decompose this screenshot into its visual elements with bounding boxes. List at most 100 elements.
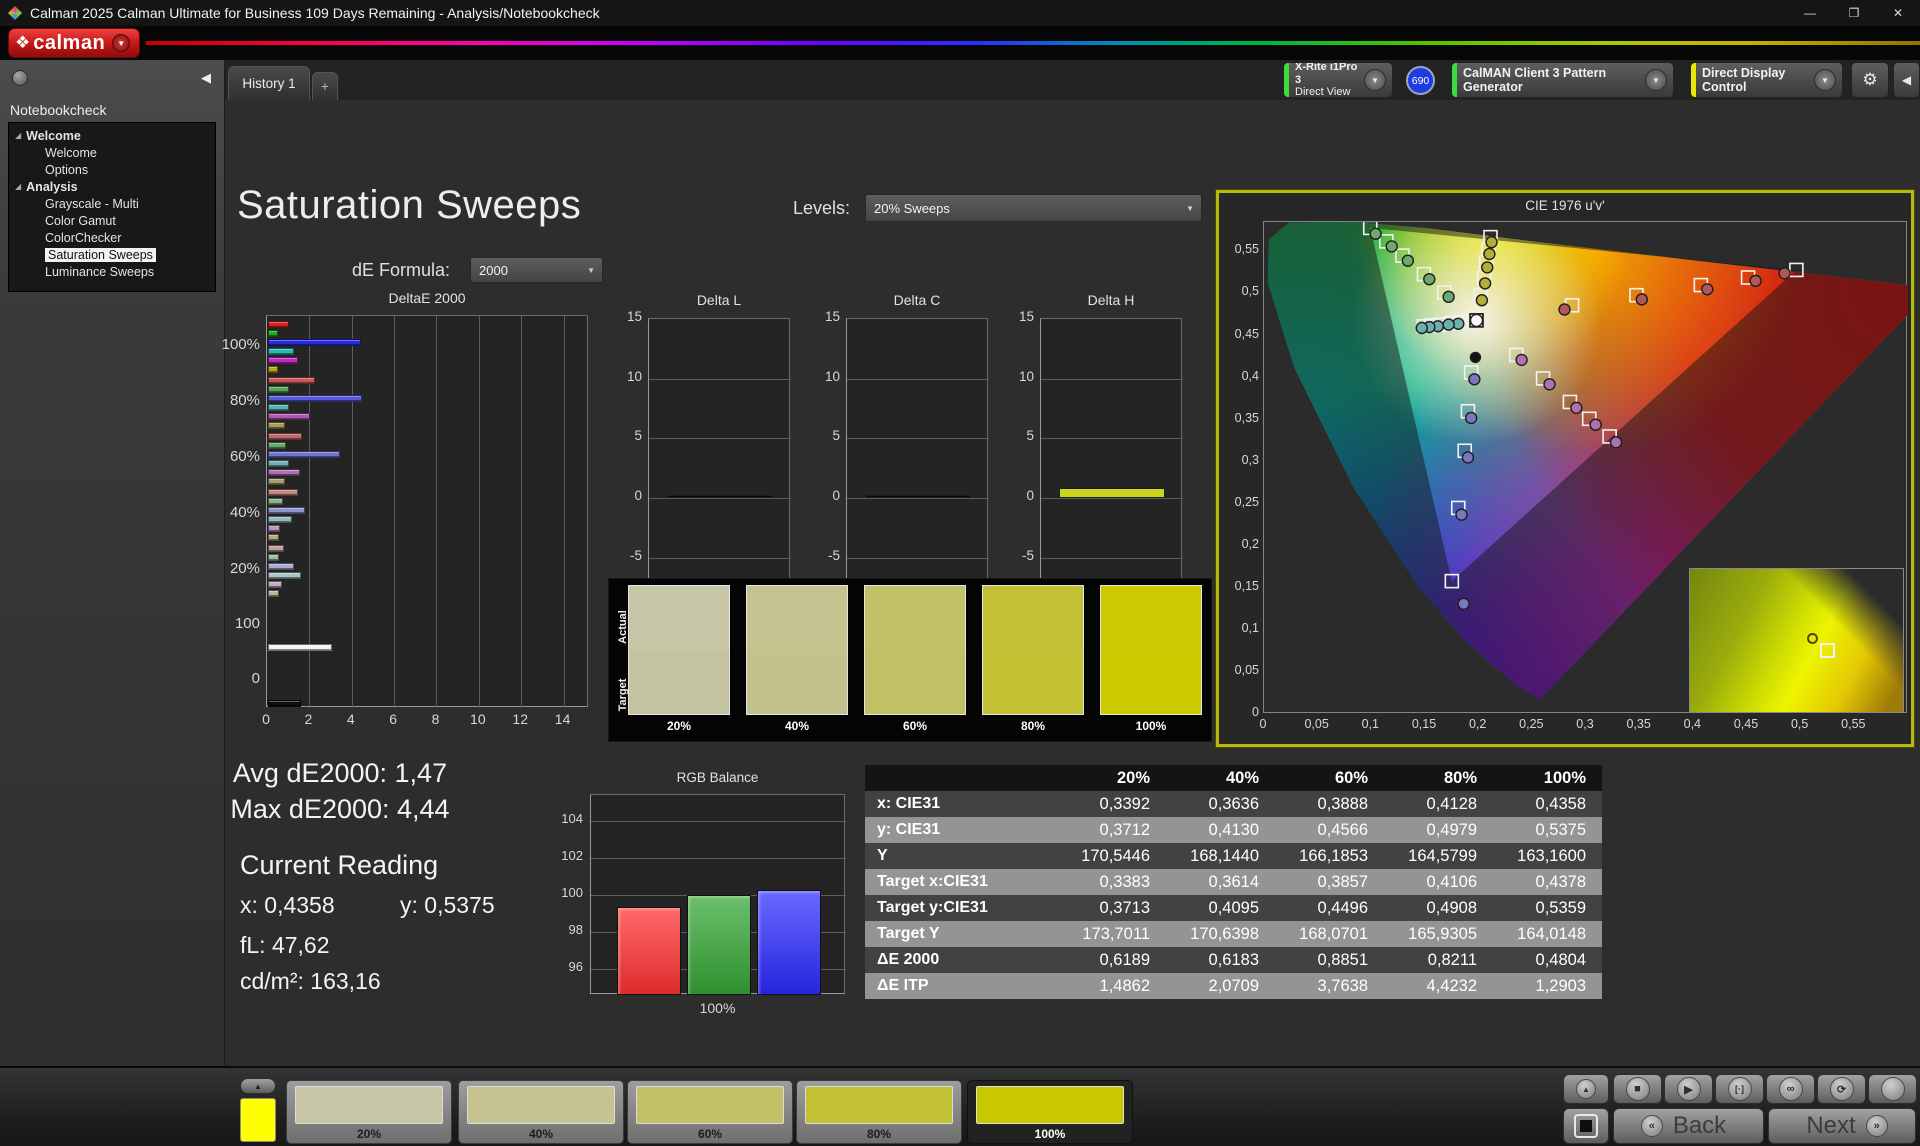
- sidebar-item-welcome[interactable]: ◢Welcome: [9, 127, 215, 144]
- swatch-actual-100%: [1101, 586, 1201, 650]
- cie-x-tick: 0,15: [1402, 717, 1446, 731]
- table-cell: 168,1440: [1166, 847, 1275, 866]
- tab-history-1[interactable]: History 1: [228, 66, 310, 100]
- pattern-panel-up-button[interactable]: ▲: [240, 1078, 276, 1094]
- row-label: ΔE ITP: [865, 977, 1057, 995]
- rgb-plot-area[interactable]: [590, 794, 845, 994]
- cie-y-tick: 0,05: [1219, 663, 1259, 677]
- swatch-label: 100%: [1100, 719, 1202, 733]
- back-button[interactable]: « Back: [1613, 1108, 1764, 1144]
- brand-strip: ❖ calman ▼: [0, 26, 1920, 60]
- pattern-generator-dropdown[interactable]: CalMAN Client 3 Pattern Generator ▼: [1451, 62, 1674, 98]
- stop-button[interactable]: ■: [1613, 1074, 1662, 1104]
- pattern-button-80%[interactable]: 80%: [796, 1080, 962, 1144]
- deltae-bar-100-red: [268, 644, 332, 651]
- pattern-swatch-80%: [805, 1086, 953, 1124]
- table-cell: 0,8211: [1384, 951, 1493, 970]
- loop-button[interactable]: ⟳: [1817, 1074, 1866, 1104]
- display-pattern-button[interactable]: [1563, 1108, 1609, 1144]
- x-tick-label: 6: [378, 711, 408, 727]
- pattern-generator-arrow-icon[interactable]: ▼: [1645, 69, 1667, 91]
- y-tick-label: -5: [604, 548, 642, 563]
- table-cell: 0,3392: [1057, 795, 1166, 814]
- table-cell: 0,4128: [1384, 795, 1493, 814]
- pattern-button-20%[interactable]: 20%: [286, 1080, 452, 1144]
- cie-x-tick: 0: [1241, 717, 1285, 731]
- table-row: ΔE ITP1,48622,07093,76384,42321,2903: [865, 973, 1602, 999]
- transport-panel-up-button[interactable]: ▲: [1563, 1074, 1609, 1104]
- tree-expander-icon[interactable]: ◢: [15, 131, 21, 140]
- add-tab-button[interactable]: +: [312, 72, 338, 100]
- sidebar-item-welcome[interactable]: Welcome: [9, 144, 215, 161]
- deltae-plot-area[interactable]: [266, 315, 588, 707]
- sidebar-item-grayscale-multi[interactable]: Grayscale - Multi: [9, 195, 215, 212]
- y-tick-label: 98: [540, 922, 583, 937]
- calman-menu-button[interactable]: ❖ calman ▼: [8, 28, 140, 58]
- pattern-swatch-40%: [467, 1086, 615, 1124]
- results-table: 20%40%60%80%100%x: CIE310,33920,36360,38…: [865, 765, 1602, 999]
- table-cell: 0,4130: [1166, 821, 1275, 840]
- swatch-actual-60%: [865, 586, 965, 650]
- sidebar-item-saturation-sweeps[interactable]: Saturation Sweeps: [9, 246, 215, 263]
- levels-dropdown[interactable]: 20% Sweeps ▼: [865, 194, 1202, 222]
- continuous-button[interactable]: ∞: [1766, 1074, 1815, 1104]
- tree-item-label: Welcome: [45, 146, 97, 160]
- meter-dropdown[interactable]: X-Rite i1Pro 3 Direct View ▼: [1283, 62, 1393, 98]
- settings-button[interactable]: ⚙: [1851, 62, 1889, 98]
- play-icon: ▶: [1677, 1077, 1701, 1101]
- cie-x-tick: 0,2: [1456, 717, 1500, 731]
- sidebar-item-analysis[interactable]: ◢Analysis: [9, 178, 215, 195]
- pattern-label: 20%: [287, 1127, 451, 1141]
- pattern-swatch-100%: [976, 1086, 1124, 1124]
- sidebar-item-color-gamut[interactable]: Color Gamut: [9, 212, 215, 229]
- table-cell: 4,4232: [1384, 977, 1493, 996]
- rgb-bar-green: [687, 895, 751, 995]
- maximize-button[interactable]: ❐: [1832, 0, 1876, 26]
- sidebar-record-icon[interactable]: [12, 70, 28, 86]
- play-button[interactable]: ▶: [1664, 1074, 1713, 1104]
- gridline: [394, 316, 395, 708]
- reading-y: y: 0,5375: [400, 892, 495, 919]
- close-button[interactable]: ✕: [1876, 0, 1920, 26]
- next-button[interactable]: Next »: [1768, 1108, 1916, 1144]
- cie-x-tick: 0,05: [1295, 717, 1339, 731]
- display-control-dropdown[interactable]: Direct Display Control ▼: [1690, 62, 1843, 98]
- calman-menu-arrow-icon[interactable]: ▼: [112, 34, 130, 52]
- pattern-button-40%[interactable]: 40%: [458, 1080, 624, 1144]
- levels-dropdown-arrow-icon: ▼: [1186, 204, 1194, 213]
- table-cell: 0,3636: [1166, 795, 1275, 814]
- y-tick-label: 5: [604, 428, 642, 443]
- sidebar-item-options[interactable]: Options: [9, 161, 215, 178]
- pattern-button-60%[interactable]: 60%: [627, 1080, 793, 1144]
- current-pattern-swatch[interactable]: [240, 1098, 276, 1142]
- deltae-bar-80%-yellow: [268, 422, 285, 429]
- measure-button[interactable]: [·]: [1715, 1074, 1764, 1104]
- deltae-bar-60%-cyan: [268, 460, 289, 467]
- tree-expander-icon[interactable]: ◢: [15, 182, 21, 191]
- cie-1976-panel: CIE 1976 u'v': [1216, 190, 1914, 747]
- pattern-bar: ▲ 20% 40%60%80%100% ▲ ■ ▶ [·] ∞ ⟳ « Back Next…: [0, 1066, 1920, 1146]
- pattern-button-100%[interactable]: 100%: [967, 1080, 1133, 1144]
- y-tick-label: -5: [802, 548, 840, 563]
- panel-collapse-right-button[interactable]: ◀: [1893, 62, 1920, 98]
- deltae-bar-40%-green: [268, 498, 283, 505]
- continuous-icon: ∞: [1779, 1077, 1803, 1101]
- sidebar-collapse-button[interactable]: ◀: [196, 68, 216, 88]
- cie-zoom-inset: [1689, 568, 1904, 713]
- transport-blank-button[interactable]: [1868, 1074, 1917, 1104]
- meter-dropdown-arrow-icon[interactable]: ▼: [1364, 69, 1386, 91]
- table-cell: 0,3857: [1275, 873, 1384, 892]
- de-formula-dropdown[interactable]: 2000 ▼: [470, 257, 603, 283]
- minimize-button[interactable]: —: [1788, 0, 1832, 26]
- swatch-label: 80%: [982, 719, 1084, 733]
- gridline: [1041, 498, 1183, 499]
- cie-y-tick: 0,25: [1219, 495, 1259, 509]
- sidebar-item-luminance-sweeps[interactable]: Luminance Sweeps: [9, 263, 215, 280]
- de-formula-label: dE Formula:: [352, 260, 450, 281]
- display-control-arrow-icon[interactable]: ▼: [1814, 69, 1836, 91]
- chevron-up-icon: ▲: [1576, 1079, 1596, 1099]
- deltae-bar-40%-red: [268, 489, 298, 496]
- deltae-bar-40%-blue: [268, 507, 305, 514]
- gridline: [847, 498, 989, 499]
- sidebar-item-colorchecker[interactable]: ColorChecker: [9, 229, 215, 246]
